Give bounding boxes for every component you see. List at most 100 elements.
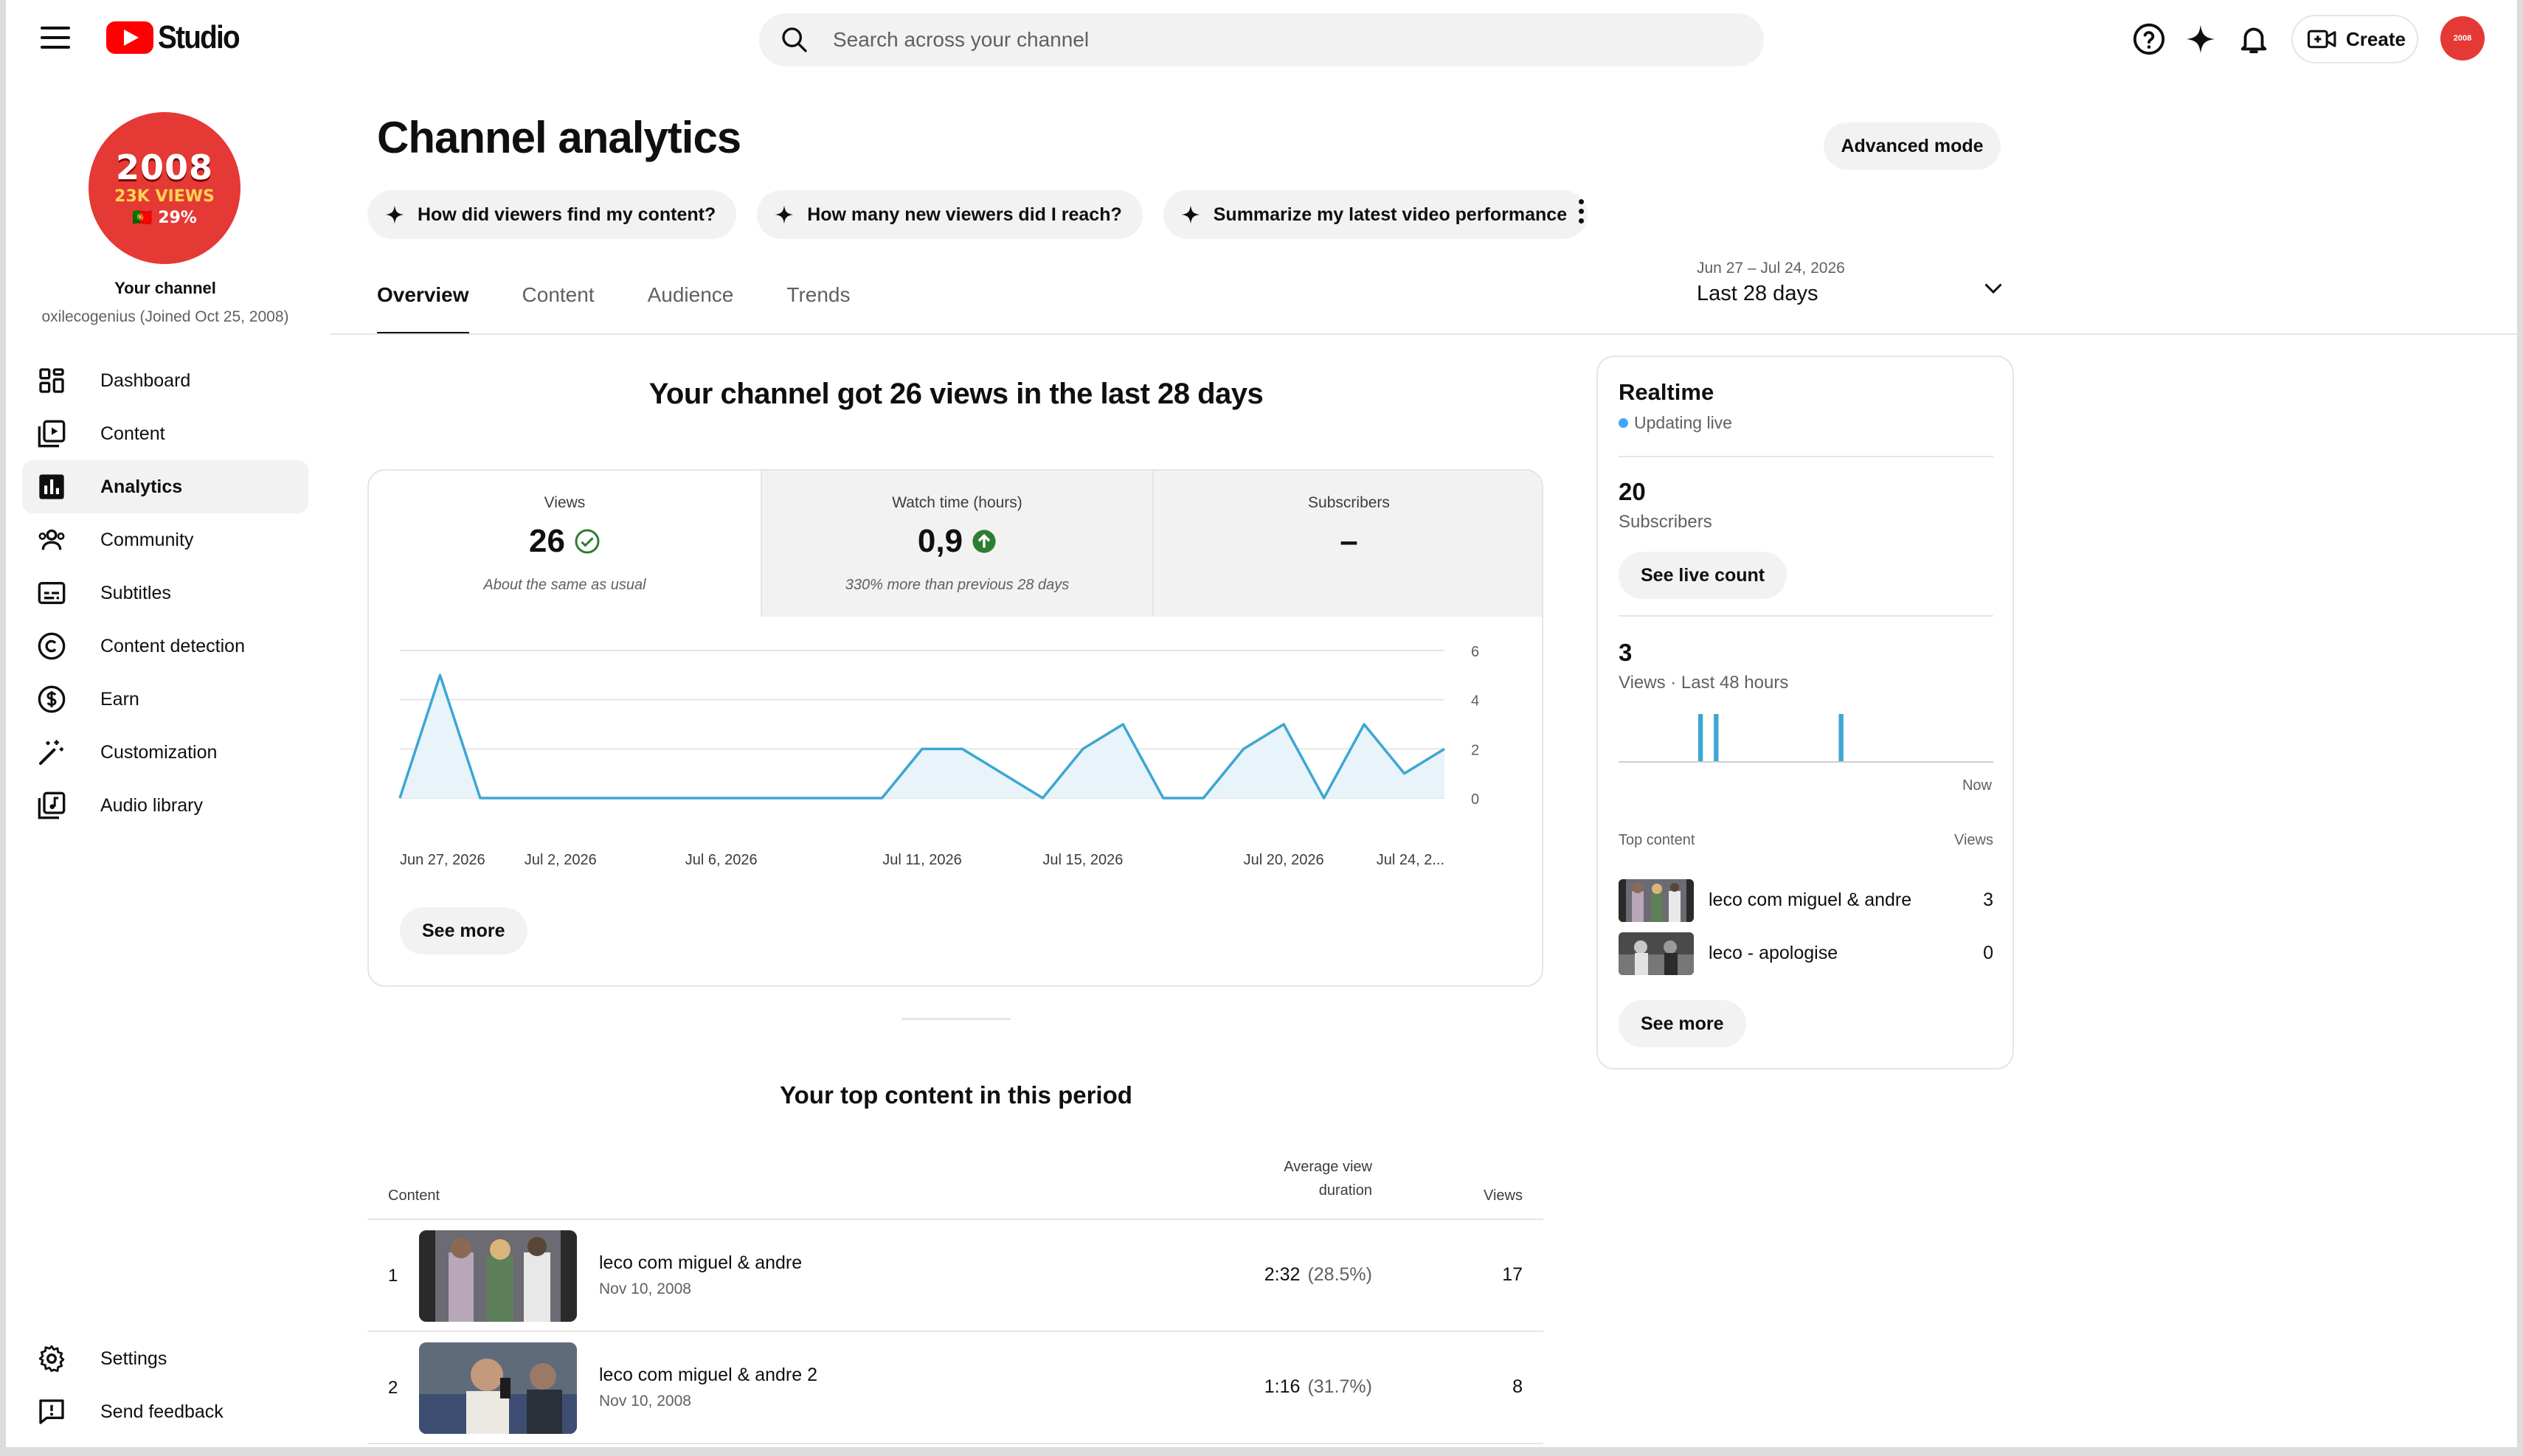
sidebar-nav: Dashboard Content Analytics Community Su… <box>22 354 308 832</box>
column-header-content: Content <box>388 1188 440 1204</box>
sidebar-item-content-detection[interactable]: Content detection <box>22 620 308 673</box>
magic-wand-icon <box>39 740 63 765</box>
list-item[interactable]: leco com miguel & andre 3 <box>1619 879 1993 922</box>
x-tick-label: Jul 24, 2... <box>1377 852 1444 868</box>
section-divider <box>901 1018 1011 1020</box>
window-frame <box>0 0 6 1456</box>
channel-avatar[interactable]: 2008 23K VIEWS 🇵🇹 29% <box>89 112 240 264</box>
sparkle-icon <box>385 205 404 224</box>
content-icon <box>38 420 66 448</box>
advanced-mode-button[interactable]: Advanced mode <box>1824 122 2001 170</box>
account-avatar[interactable]: 2008 <box>2440 16 2485 60</box>
window-frame <box>2517 0 2523 1456</box>
views-chart-svg: 0 2 4 6 Jun 27, 2026 Jul 2, 2026 Jul 6, 2026 Ju… <box>398 644 1479 868</box>
realtime-subscribers-value: 20 <box>1619 478 1646 505</box>
channel-label: Your channel <box>114 279 216 297</box>
page-title: Channel analytics <box>377 113 741 162</box>
chip-viewers-find-content[interactable]: How did viewers find my content? <box>367 190 737 239</box>
video-thumbnail <box>1619 932 1694 975</box>
sidebar: 2008 23K VIEWS 🇵🇹 29% Your channel oxile… <box>0 78 330 1456</box>
video-title[interactable]: leco com miguel & andre 2 <box>599 1365 817 1386</box>
ai-suggestion-chips: How did viewers find my content? How man… <box>367 190 1608 239</box>
analytics-tabs: Overview Content Audience Trends <box>377 283 903 335</box>
sidebar-item-customization[interactable]: Customization <box>22 726 308 779</box>
sidebar-item-analytics[interactable]: Analytics <box>22 460 308 513</box>
sidebar-item-subtitles[interactable]: Subtitles <box>22 566 308 620</box>
dashboard-icon <box>39 368 64 393</box>
dollar-icon <box>38 685 66 713</box>
search-input[interactable] <box>833 13 1740 66</box>
tab-content[interactable]: Content <box>522 283 595 335</box>
tab-audience[interactable]: Audience <box>648 283 734 335</box>
overview-card: Views 26 About the same as usual Watch t… <box>367 469 1543 987</box>
sidebar-item-audio-library[interactable]: Audio library <box>22 779 308 832</box>
tab-overview[interactable]: Overview <box>377 283 469 335</box>
sidebar-item-settings[interactable]: Settings <box>22 1332 308 1385</box>
realtime-bar[interactable] <box>1838 714 1844 761</box>
studio-logo[interactable]: Studio <box>106 19 250 56</box>
realtime-bar[interactable] <box>1697 714 1703 761</box>
sidebar-item-send-feedback[interactable]: Send feedback <box>22 1385 308 1438</box>
channel-handle: oxilecogenius (Joined Oct 25, 2008) <box>41 308 289 325</box>
help-icon[interactable] <box>2132 22 2166 56</box>
video-thumbnail[interactable] <box>419 1342 577 1434</box>
sparkle-icon <box>1181 205 1200 224</box>
x-tick-label: Jul 2, 2026 <box>525 852 597 868</box>
y-tick-label: 2 <box>1471 742 1479 758</box>
video-title[interactable]: leco com miguel & andre <box>599 1252 802 1274</box>
copyright-icon <box>38 632 66 660</box>
metric-watch-time[interactable]: Watch time (hours) 0,9 330% more than pr… <box>761 471 1152 617</box>
y-tick-label: 4 <box>1471 693 1479 710</box>
metric-subscribers[interactable]: Subscribers – <box>1152 471 1542 617</box>
video-add-icon <box>2308 30 2336 49</box>
subtitles-icon <box>38 582 66 604</box>
top-content-table-header: Content Average view duration Views <box>367 1151 1543 1220</box>
divider <box>1619 615 1993 617</box>
date-range-picker[interactable]: Jun 27 – Jul 24, 2026 Last 28 days <box>1697 260 2007 326</box>
tabs-divider <box>330 333 2523 335</box>
sidebar-item-content[interactable]: Content <box>22 407 308 460</box>
gear-icon <box>38 1345 65 1373</box>
chip-new-viewers[interactable]: How many new viewers did I reach? <box>757 190 1143 239</box>
check-circle-icon <box>575 529 600 554</box>
realtime-top-content-header: Top content Views <box>1619 832 1993 848</box>
chevron-down-icon <box>1984 283 2002 294</box>
list-item[interactable]: leco - apologise 0 <box>1619 932 1993 975</box>
realtime-title: Realtime <box>1619 379 1714 405</box>
x-tick-label: Jul 11, 2026 <box>882 852 962 868</box>
search-icon[interactable] <box>780 25 809 55</box>
realtime-see-more-button[interactable]: See more <box>1619 1000 1746 1047</box>
realtime-now-label: Now <box>1962 777 1992 794</box>
top-content-title: Your top content in this period <box>780 1081 1132 1109</box>
views-chart: 0 2 4 6 Jun 27, 2026 Jul 2, 2026 Jul 6, 2026 Ju… <box>369 617 1542 912</box>
tab-trends[interactable]: Trends <box>786 283 850 335</box>
realtime-bar[interactable] <box>1714 714 1719 761</box>
column-header-avg-view-duration[interactable]: Average view duration <box>1284 1155 1372 1202</box>
see-live-count-button[interactable]: See live count <box>1619 552 1787 599</box>
community-icon <box>38 529 65 550</box>
metric-views[interactable]: Views 26 About the same as usual <box>369 471 761 617</box>
table-row[interactable]: 2 leco com miguel & andre 2 Nov 10, 2008… <box>367 1332 1543 1444</box>
column-header-views[interactable]: Views <box>1484 1188 1523 1204</box>
video-thumbnail[interactable] <box>419 1230 577 1322</box>
window-frame <box>0 1447 2523 1456</box>
see-more-button[interactable]: See more <box>400 907 527 954</box>
sidebar-item-community[interactable]: Community <box>22 513 308 566</box>
sidebar-item-earn[interactable]: Earn <box>22 673 308 726</box>
sidebar-item-dashboard[interactable]: Dashboard <box>22 354 308 407</box>
live-dot-icon <box>1619 418 1628 428</box>
y-tick-label: 6 <box>1471 644 1479 660</box>
x-tick-label: Jul 6, 2026 <box>685 852 758 868</box>
more-options-icon[interactable] <box>1576 199 1586 229</box>
realtime-views-value: 3 <box>1619 639 1633 666</box>
notifications-bell-icon[interactable] <box>2237 22 2271 56</box>
video-thumbnail <box>1619 879 1694 922</box>
chip-summarize-latest-video[interactable]: Summarize my latest video performance <box>1163 190 1588 239</box>
table-row[interactable]: 1 leco com miguel & andre Nov 10, 2008 2… <box>367 1220 1543 1332</box>
x-tick-label: Jul 20, 2026 <box>1244 852 1324 868</box>
menu-icon[interactable] <box>41 27 70 50</box>
create-button[interactable]: Create <box>2291 15 2418 63</box>
sparkle-icon[interactable] <box>2184 22 2218 56</box>
search-bar <box>759 13 1764 66</box>
sparkle-icon <box>775 205 794 224</box>
